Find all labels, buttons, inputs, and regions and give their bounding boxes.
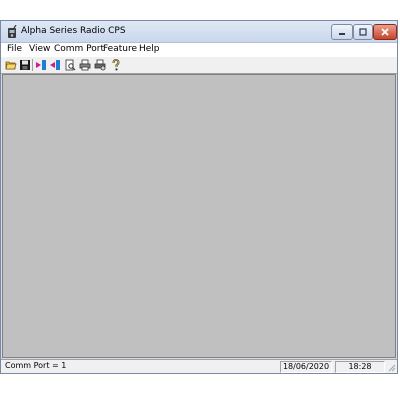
menu-view[interactable]: View xyxy=(29,44,50,54)
status-comm-port: Comm Port = 1 xyxy=(5,361,67,370)
resize-grip[interactable] xyxy=(387,362,396,372)
status-bar: Comm Port = 1 18/06/2020 18:28 xyxy=(1,359,397,373)
help-icon xyxy=(112,58,119,70)
read-radio-button[interactable] xyxy=(34,58,47,71)
client-area[interactable] xyxy=(2,74,396,358)
status-date: 18/06/2020 xyxy=(280,361,332,373)
menu-bar: File View Comm Port Feature Help xyxy=(1,43,397,57)
close-button[interactable] xyxy=(373,24,397,40)
menu-feature[interactable]: Feature xyxy=(103,44,137,54)
maximize-icon xyxy=(359,28,367,36)
radio-app-icon[interactable] xyxy=(5,24,19,39)
read-from-radio-icon xyxy=(35,59,46,70)
app-window: Alpha Series Radio CPS File View Comm Po… xyxy=(0,20,398,374)
menu-help[interactable]: Help xyxy=(139,44,160,54)
save-disk-icon xyxy=(19,59,30,70)
resize-grip-icon xyxy=(388,364,396,372)
print-button[interactable] xyxy=(78,58,91,71)
write-radio-button[interactable] xyxy=(48,58,61,71)
close-icon xyxy=(381,28,389,36)
toolbar xyxy=(1,57,397,74)
minimize-button[interactable] xyxy=(331,24,353,40)
print-setup-icon xyxy=(94,59,105,70)
open-button[interactable] xyxy=(4,58,17,71)
title-bar[interactable]: Alpha Series Radio CPS xyxy=(1,21,397,43)
print-icon xyxy=(79,59,90,70)
help-button[interactable] xyxy=(109,58,122,71)
print-preview-icon xyxy=(65,59,75,70)
window-title: Alpha Series Radio CPS xyxy=(21,26,126,36)
print-setup-button[interactable] xyxy=(93,58,106,71)
open-folder-icon xyxy=(5,61,17,69)
maximize-button[interactable] xyxy=(353,24,373,40)
minimize-icon xyxy=(339,33,345,35)
toolbar-separator xyxy=(32,59,33,71)
write-to-radio-icon xyxy=(49,59,60,70)
save-button[interactable] xyxy=(18,58,31,71)
menu-comm-port[interactable]: Comm Port xyxy=(54,44,104,54)
print-preview-button[interactable] xyxy=(63,58,76,71)
status-time: 18:28 xyxy=(335,361,385,373)
menu-file[interactable]: File xyxy=(7,44,22,54)
